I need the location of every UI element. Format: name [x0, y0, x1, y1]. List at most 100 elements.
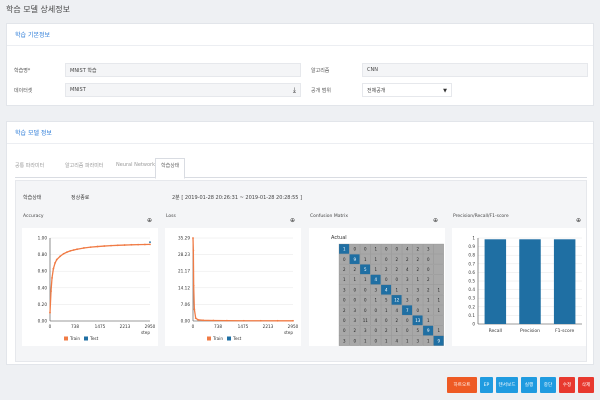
accuracy-point-train [62, 252, 65, 255]
action-button-0[interactable]: 하트오트 [447, 377, 477, 393]
zoom-accuracy-icon[interactable]: ⊕ [147, 217, 152, 224]
confusion-matrix-chart: Actual1 0 0 1 0 0 4 2 30 9 1 1 0 2 2 2 02 2 5 1 2 2 4 2 01 1 1 4 0 0 3… [309, 228, 445, 346]
tab-algorithm-params[interactable]: 알고리즘 파라미터 [65, 162, 103, 169]
accuracy-point-train [82, 247, 85, 249]
loss-y-tick: 21.17 [178, 269, 190, 274]
download-icon[interactable]: ⤓ [293, 86, 296, 95]
confusion-cell-value: 1 [427, 298, 430, 303]
page-title: 학습 모델 상세정보 [6, 5, 70, 14]
confusion-cell-value: 1 [395, 328, 398, 333]
confusion-cell-value: 0 [406, 318, 409, 323]
confusion-cell-value: 0 [427, 267, 430, 272]
tab-training-status[interactable]: 학습상태 [155, 158, 186, 179]
prf-title: Precision/Recall/F1-score [453, 214, 509, 219]
algorithm-field[interactable]: CNN [362, 63, 588, 77]
action-button-1[interactable]: EP [480, 377, 493, 393]
action-button-4[interactable]: 중단 [540, 377, 556, 393]
confusion-cell-value: 0 [353, 338, 356, 343]
name-label: 학습명* [14, 68, 31, 74]
confusion-cell-value: 0 [427, 257, 430, 262]
loss-y-tick: 7.06 [181, 302, 191, 307]
prf-bar-recall [484, 239, 507, 324]
prf-y-tick: 0.7 [468, 261, 475, 266]
dataset-field[interactable]: MNIST ⤓ [65, 83, 301, 97]
accuracy-x-tick: 738 [71, 324, 79, 329]
confusion-cell-value: 0 [416, 308, 419, 313]
accuracy-point-train [130, 243, 133, 246]
prf-y-tick: 1 [472, 236, 475, 241]
accuracy-title: Accuracy [23, 214, 44, 219]
confusion-cell-value: 2 [343, 308, 346, 313]
action-button-3[interactable]: 실행 [521, 377, 537, 393]
confusion-cell-value: 7 [406, 308, 409, 313]
confusion-cell-value: 0 [353, 287, 356, 292]
confusion-cell-value: 9 [427, 328, 430, 333]
loss-point-train [276, 319, 279, 322]
confusion-cell-value: 0 [364, 308, 367, 313]
accuracy-y-tick: 0.00 [38, 319, 48, 324]
name-field[interactable]: MNIST 학습 [65, 63, 301, 77]
accuracy-x-tick: 0 [49, 324, 52, 329]
loss-point-train [194, 317, 197, 320]
confusion-cell-value: 3 [343, 338, 346, 343]
confusion-cell-value: 0 [364, 287, 367, 292]
confusion-cell-value: 3 [406, 298, 409, 303]
loss-point-train [259, 319, 262, 322]
accuracy-point-train [49, 311, 51, 314]
confusion-cell-value: 1 [374, 267, 377, 272]
confusion-cell-value: 2 [385, 267, 388, 272]
confusion-cell-value: 1 [343, 277, 346, 282]
action-button-6[interactable]: 삭제 [578, 377, 594, 393]
confusion-cell-value: 5 [364, 267, 367, 272]
loss-point-train [192, 249, 195, 252]
accuracy-point-train [123, 244, 126, 246]
loss-y-tick: 14.12 [178, 285, 190, 290]
prf-y-tick: 0.4 [468, 287, 475, 292]
confusion-cell-value: 1 [343, 247, 346, 252]
model-info-header: 학습 모델 정보 [7, 122, 593, 144]
loss-legend-test-swatch [227, 336, 231, 341]
confusion-cell-value: 2 [416, 257, 419, 262]
accuracy-y-tick: 0.20 [38, 302, 48, 307]
accuracy-point-train [69, 249, 72, 252]
loss-x-tick: 1475 [238, 324, 249, 329]
scope-label: 공개 범위 [311, 88, 331, 94]
confusion-cell-value: 9 [353, 257, 356, 262]
accuracy-point-train [89, 246, 92, 249]
action-button-5[interactable]: 수정 [559, 377, 575, 393]
confusion-cell-value: 0 [343, 257, 346, 262]
confusion-cell-value: 2 [427, 287, 430, 292]
confusion-cell-value: 4 [406, 247, 409, 252]
confusion-cell-value: 1 [364, 338, 367, 343]
loss-point-train [242, 319, 245, 322]
dataset-label: 데이터셋 [14, 88, 33, 94]
confusion-cell-value: 4 [374, 277, 377, 282]
tab-neural-network[interactable]: Neural Network [116, 162, 155, 168]
zoom-loss-icon[interactable]: ⊕ [290, 217, 295, 224]
tab-common-params[interactable]: 공통 파라미터 [15, 162, 44, 169]
confusion-cell-value: 2 [353, 267, 356, 272]
confusion-actual-label: Actual [331, 235, 347, 241]
loss-x-tick: 738 [214, 324, 222, 329]
accuracy-point-train [76, 248, 79, 251]
confusion-cell-value: 4 [385, 287, 388, 292]
action-button-2[interactable]: 텐서보드 [496, 377, 518, 393]
confusion-cell-value: 4 [395, 308, 398, 313]
zoom-prf-icon[interactable]: ⊕ [576, 217, 581, 224]
confusion-cell-value: 9 [437, 338, 440, 343]
prf-x-tick: F1-score [555, 328, 574, 334]
caret-down-icon: ▼ [443, 88, 447, 94]
zoom-confusion-icon[interactable]: ⊕ [433, 217, 438, 224]
scope-select[interactable]: 전체공개 ▼ [362, 83, 452, 97]
confusion-cell-value: 1 [437, 328, 440, 333]
algorithm-label: 알고리즘 [311, 68, 330, 74]
confusion-cell-value: 0 [374, 308, 377, 313]
confusion-cell-value: 4 [395, 338, 398, 343]
loss-legend-train-swatch [207, 336, 211, 341]
confusion-cell-value: 1 [353, 277, 356, 282]
confusion-cell-value: 2 [395, 318, 398, 323]
accuracy-y-tick: 0.80 [38, 252, 48, 257]
confusion-cell-value: 1 [427, 338, 430, 343]
confusion-cell-value: 2 [343, 267, 346, 272]
accuracy-point-train [103, 245, 106, 247]
